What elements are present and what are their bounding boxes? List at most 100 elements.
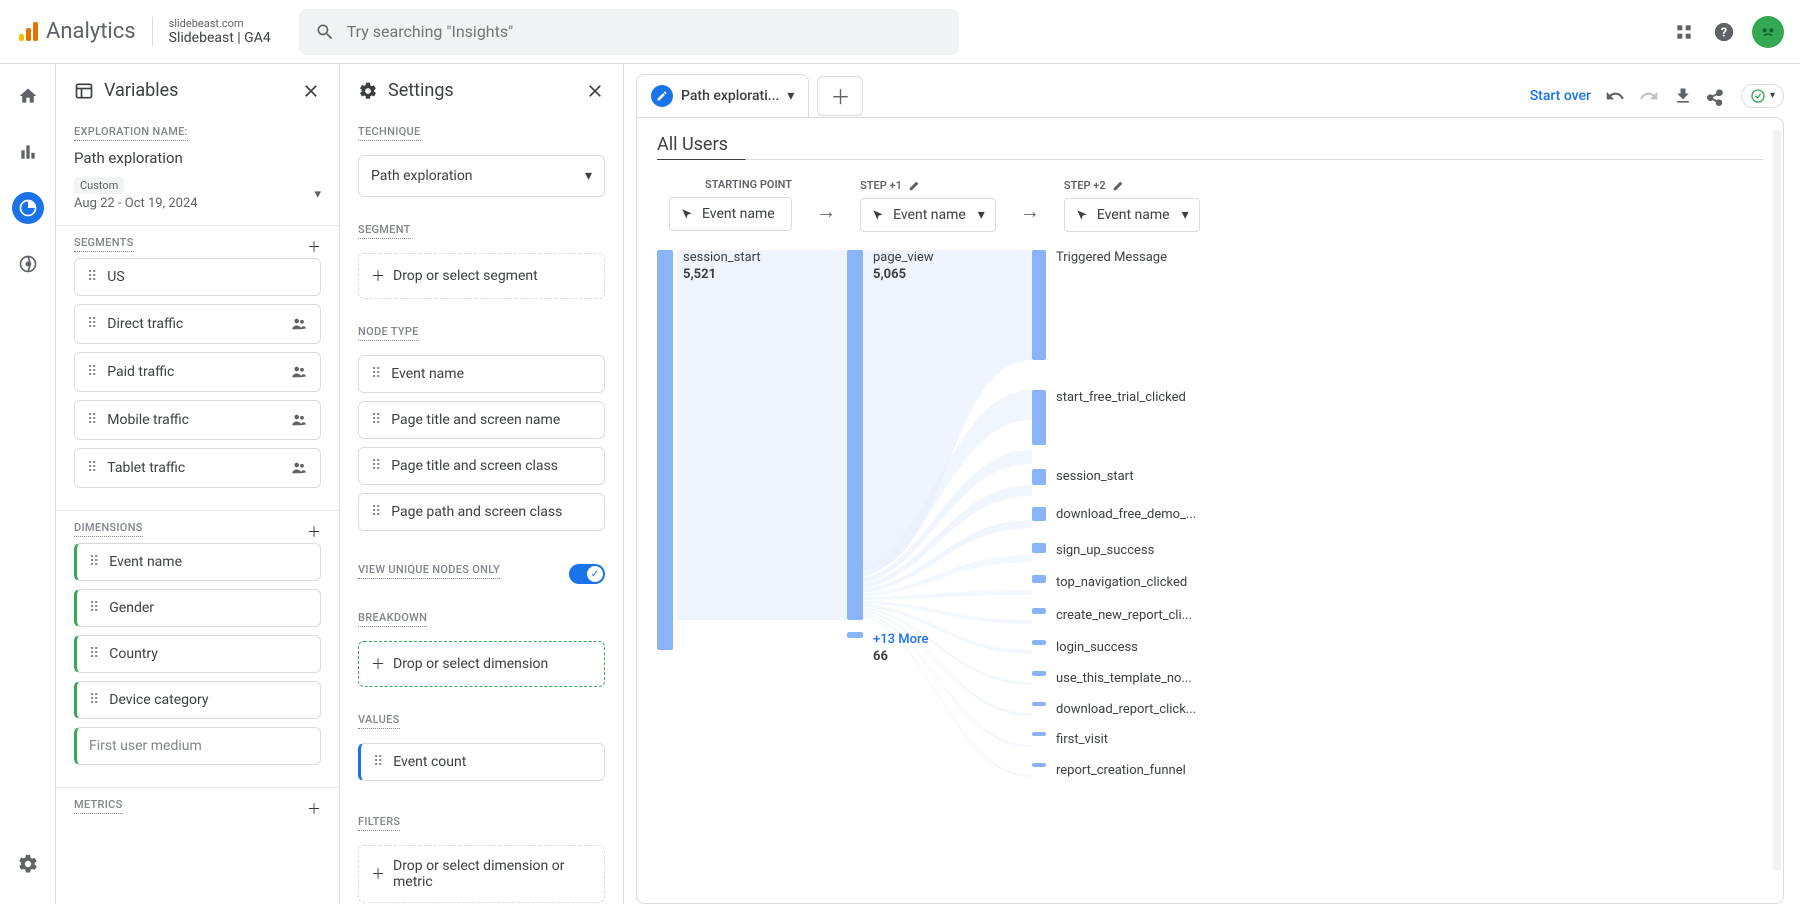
nodetype-chip[interactable]: ⠿Page title and screen class	[358, 447, 605, 485]
drag-handle-icon: ⠿	[87, 317, 97, 331]
account-avatar[interactable]	[1752, 16, 1784, 48]
search-bar[interactable]	[299, 9, 959, 55]
step1-select[interactable]: Event name ▾	[860, 198, 996, 232]
variables-title: Variables	[104, 80, 178, 101]
sankey-node[interactable]: sign_up_success	[1032, 543, 1154, 560]
people-icon	[290, 459, 308, 477]
segment-drop-area[interactable]: ＋ Drop or select segment	[358, 253, 605, 299]
close-settings-icon[interactable]	[585, 81, 605, 101]
settings-panel: Settings TECHNIQUE Path exploration ▾ SE…	[340, 64, 624, 904]
status-pill[interactable]: ▾	[1741, 84, 1784, 108]
settings-title: Settings	[388, 80, 454, 101]
drag-handle-icon: ⠿	[373, 755, 383, 769]
property-url: slidebeast.com	[169, 17, 271, 30]
dimension-chip[interactable]: ⠿Gender	[74, 589, 321, 627]
drag-handle-icon: ⠿	[371, 367, 381, 381]
cursor-icon	[680, 207, 694, 221]
scrollbar[interactable]	[1773, 130, 1781, 871]
start-over-button[interactable]: Start over	[1530, 88, 1591, 104]
segment-chip[interactable]: ⠿Tablet traffic	[74, 448, 321, 488]
tabs-row: Path explorati... ▾ ＋ Start over ▾	[636, 74, 1784, 117]
sankey-node[interactable]: first_visit	[1032, 732, 1108, 749]
download-icon[interactable]	[1673, 86, 1693, 106]
plus-icon: ＋	[371, 654, 385, 674]
sankey-chart[interactable]: session_start5,521 page_view5,065 +13 Mo…	[657, 250, 1763, 810]
add-metric-button[interactable]: ＋	[307, 799, 321, 819]
starting-point-select[interactable]: Event name	[669, 197, 792, 231]
add-segment-button[interactable]: ＋	[307, 237, 321, 257]
nav-explore[interactable]	[12, 192, 44, 224]
breakdown-drop-area[interactable]: ＋ Drop or select dimension	[358, 641, 605, 687]
dimension-chip-ghost[interactable]: First user medium	[74, 727, 321, 765]
chevron-down-icon: ▾	[1182, 207, 1189, 223]
add-tab-button[interactable]: ＋	[817, 76, 863, 116]
people-icon	[290, 315, 308, 333]
technique-select[interactable]: Path exploration ▾	[358, 155, 605, 197]
sankey-node[interactable]: report_creation_funnel	[1032, 763, 1186, 780]
dimension-chip[interactable]: ⠿Event name	[74, 543, 321, 581]
nodetype-chip[interactable]: ⠿Page path and screen class	[358, 493, 605, 531]
search-icon	[315, 22, 335, 42]
pencil-icon[interactable]	[1112, 178, 1126, 192]
sankey-node[interactable]: session_start	[1032, 469, 1134, 486]
help-icon[interactable]: ?	[1712, 20, 1736, 44]
unique-nodes-toggle[interactable]	[569, 564, 605, 584]
exploration-name-input[interactable]: Path exploration	[74, 149, 321, 167]
pencil-icon[interactable]	[908, 178, 922, 192]
sankey-node[interactable]: page_view5,065	[847, 250, 934, 620]
segment-chip[interactable]: ⠿Paid traffic	[74, 352, 321, 392]
plus-icon: ＋	[371, 864, 385, 884]
canvas: Path explorati... ▾ ＋ Start over ▾	[624, 64, 1800, 904]
nav-reports[interactable]	[12, 136, 44, 168]
sankey-node-more[interactable]: +13 More66	[847, 632, 934, 666]
metrics-label: METRICS	[74, 798, 123, 814]
segment-chip[interactable]: ⠿US	[74, 258, 321, 296]
check-circle-icon	[1750, 88, 1766, 104]
sankey-node[interactable]: login_success	[1032, 640, 1138, 657]
values-chip[interactable]: ⠿ Event count	[358, 743, 605, 781]
sankey-node[interactable]: download_report_click...	[1032, 702, 1196, 719]
drag-handle-icon: ⠿	[89, 693, 99, 707]
nodetype-chip[interactable]: ⠿Event name	[358, 355, 605, 393]
segment-label: SEGMENT	[358, 223, 411, 239]
sankey-node[interactable]: download_free_demo_...	[1032, 507, 1196, 524]
nav-admin[interactable]	[12, 848, 44, 880]
share-icon[interactable]	[1707, 86, 1727, 106]
people-icon	[290, 363, 308, 381]
exploration-tab[interactable]: Path explorati... ▾	[636, 74, 809, 117]
sankey-node[interactable]: session_start5,521	[657, 250, 761, 650]
add-dimension-button[interactable]: ＋	[307, 522, 321, 542]
date-range-picker[interactable]: Custom Aug 22 - Oct 19, 2024 ▾	[74, 177, 321, 211]
exploration-name-label: EXPLORATION NAME:	[74, 125, 188, 141]
search-input[interactable]	[347, 22, 943, 41]
left-nav	[0, 64, 56, 904]
undo-icon[interactable]	[1605, 86, 1625, 106]
chevron-down-icon[interactable]: ▾	[787, 88, 794, 104]
property-switcher[interactable]: slidebeast.com Slidebeast | GA4	[152, 17, 271, 47]
sankey-node[interactable]: top_navigation_clicked	[1032, 575, 1187, 592]
sankey-node[interactable]: use_this_template_no...	[1032, 671, 1192, 688]
close-variables-icon[interactable]	[301, 81, 321, 101]
segment-chip[interactable]: ⠿Mobile traffic	[74, 400, 321, 440]
logo-text: Analytics	[46, 19, 136, 44]
segment-chip[interactable]: ⠿Direct traffic	[74, 304, 321, 344]
dimension-chip[interactable]: ⠿Device category	[74, 681, 321, 719]
sankey-node[interactable]: create_new_report_cli...	[1032, 608, 1192, 625]
canvas-body: All Users STARTING POINT Event name → ST…	[636, 117, 1784, 904]
step2-select[interactable]: Event name ▾	[1064, 198, 1200, 232]
nav-advertising[interactable]	[12, 248, 44, 280]
apps-icon[interactable]	[1672, 20, 1696, 44]
logo[interactable]: Analytics	[16, 19, 136, 44]
sankey-node[interactable]: start_free_trial_clicked	[1032, 390, 1186, 445]
nav-home[interactable]	[12, 80, 44, 112]
variables-panel: Variables EXPLORATION NAME: Path explora…	[56, 64, 340, 904]
filters-drop-area[interactable]: ＋ Drop or select dimension or metric	[358, 845, 605, 903]
dimension-chip[interactable]: ⠿Country	[74, 635, 321, 673]
gear-icon	[358, 81, 378, 101]
drag-handle-icon: ⠿	[87, 413, 97, 427]
nodetype-chip[interactable]: ⠿Page title and screen name	[358, 401, 605, 439]
plus-icon: ＋	[371, 266, 385, 286]
sankey-node[interactable]: Triggered Message	[1032, 250, 1167, 360]
cursor-icon	[1075, 208, 1089, 222]
edit-icon	[651, 85, 673, 107]
